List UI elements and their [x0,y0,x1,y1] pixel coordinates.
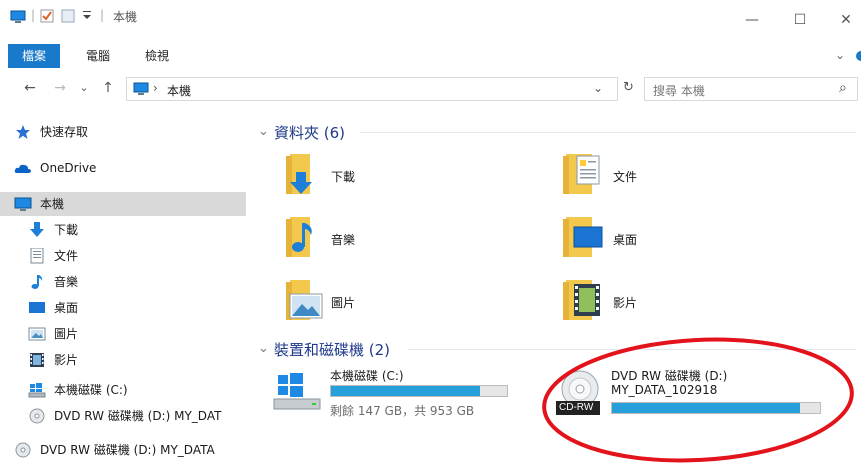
forward-button[interactable]: → [50,76,70,100]
tab-file[interactable]: 檔案 [8,44,60,68]
download-arrow-icon [28,222,46,238]
music-folder-icon [276,213,324,261]
maximize-button[interactable]: ☐ [783,6,817,34]
drive-usage-fill [331,386,480,396]
ribbon-expand-icon[interactable]: ⌄ [835,48,845,62]
windows-drive-icon [272,369,324,415]
folder-label: 文件 [613,170,638,184]
computer-icon [133,82,149,96]
folder-label: 音樂 [331,233,356,247]
documents-folder-icon [560,150,608,198]
address-dropdown-icon[interactable]: ⌄ [593,81,603,95]
folder-label: 圖片 [331,296,356,310]
film-icon [28,352,46,368]
folder-label: 桌面 [613,233,638,247]
computer-icon [14,196,32,212]
music-note-icon [28,274,46,290]
sidebar-item-label: 本機磁碟 (C:) [54,383,128,397]
sidebar-item-label: 文件 [54,249,79,263]
properties-checkmark-icon[interactable] [40,9,54,23]
picture-icon [28,326,46,342]
sidebar-item-label: OneDrive [40,161,97,175]
sidebar-item-label: 本機 [40,197,65,211]
drive-name: 本機磁碟 (C:) [330,369,404,383]
sidebar-item-label: 下載 [54,223,79,237]
group-divider [360,132,856,133]
address-bar[interactable]: › 本機 ⌄ [126,77,618,101]
back-button[interactable]: ← [20,76,40,100]
search-input[interactable]: 搜尋 本機 ⌕ [644,77,858,101]
close-button[interactable]: ✕ [829,6,861,34]
folder-tile-pictures[interactable]: 圖片 [276,276,476,326]
downloads-folder-icon [276,150,324,198]
desktop-icon [28,300,46,316]
drive-free-space: 剩餘 147 GB，共 953 GB [330,404,475,418]
qat-separator: | [31,8,36,22]
drive-usage-bar [330,385,508,397]
help-icon[interactable] [852,50,861,62]
sidebar-item-label: 圖片 [54,327,79,341]
group-collapse-chevron[interactable]: ⌄ [258,341,269,356]
title-separator: | [100,8,105,22]
new-folder-icon[interactable] [61,9,75,23]
recent-locations-button[interactable]: ⌄ [74,76,94,100]
devices-group-title[interactable]: 裝置和磁碟機 (2) [274,339,390,360]
search-placeholder: 搜尋 本機 [653,84,705,98]
breadcrumb-this-pc[interactable]: 本機 [167,82,191,99]
sidebar-item-label: 音樂 [54,275,79,289]
qat-dropdown-icon[interactable] [82,9,92,21]
dvd-disc-icon [28,408,46,424]
folder-label: 影片 [613,296,638,310]
breadcrumb-separator: › [153,81,158,95]
windows-drive-icon [28,382,46,398]
tab-view[interactable]: 檢視 [145,44,169,68]
folder-tile-music[interactable]: 音樂 [276,213,476,263]
folder-tile-desktop[interactable]: 桌面 [560,213,760,263]
star-icon [14,124,32,140]
sidebar-item-label: 快速存取 [40,125,89,139]
pictures-folder-icon [276,276,324,324]
title-bar: | | 本機 — ☐ ✕ [0,0,861,44]
minimize-button[interactable]: — [735,6,769,34]
window-title: 本機 [113,10,138,24]
search-icon: ⌕ [839,80,847,96]
folder-label: 下載 [331,170,356,184]
desktop-folder-icon [560,213,608,261]
folders-group-title[interactable]: 資料夾 (6) [274,122,345,143]
drive-tile-local-disk-c[interactable]: 本機磁碟 (C:) 剩餘 147 GB，共 953 GB [272,365,542,421]
computer-icon [10,10,26,24]
cloud-icon [14,160,32,176]
folder-tile-videos[interactable]: 影片 [560,276,760,326]
refresh-button[interactable]: ↻ [623,80,634,95]
group-collapse-chevron[interactable]: ⌄ [258,124,269,139]
sidebar-item-label: DVD RW 磁碟機 (D:) MY_DAT [54,409,222,423]
folder-tile-downloads[interactable]: 下載 [276,150,476,200]
tab-computer[interactable]: 電腦 [86,44,110,68]
document-icon [28,248,46,264]
sidebar-selection-highlight [0,192,246,216]
up-button[interactable]: ↑ [98,76,118,100]
sidebar-item-label: 桌面 [54,301,79,315]
sidebar-item-label: DVD RW 磁碟機 (D:) MY_DATA [40,443,215,457]
videos-folder-icon [560,276,608,324]
folder-tile-documents[interactable]: 文件 [560,150,760,200]
annotation-ellipse [542,337,854,463]
dvd-disc-icon [14,442,32,458]
sidebar-item-label: 影片 [54,353,79,367]
